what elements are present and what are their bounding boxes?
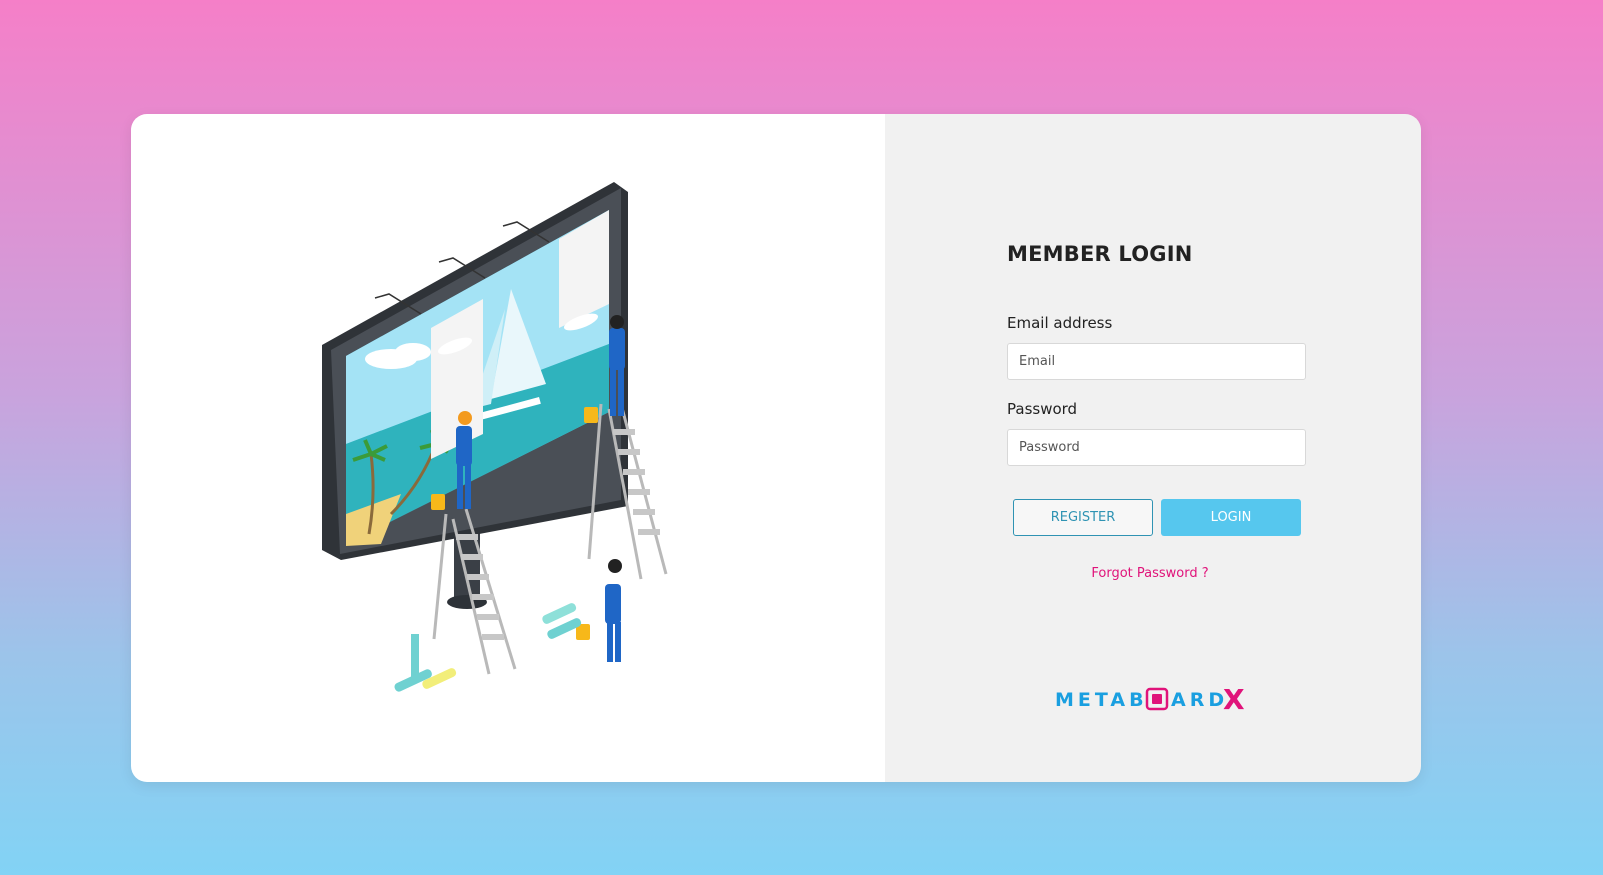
login-card: MEMBER LOGIN Email address Password REGI… [131,114,1421,782]
svg-text:ARD: ARD [1171,689,1228,711]
forgot-password-link[interactable]: Forgot Password ? [1091,566,1208,581]
illustration-panel [131,114,885,782]
login-panel: MEMBER LOGIN Email address Password REGI… [885,114,1421,782]
page-title: MEMBER LOGIN [1007,242,1193,266]
password-field[interactable] [1007,429,1306,466]
email-field[interactable] [1007,343,1306,380]
register-button[interactable]: REGISTER [1013,499,1153,536]
metaboardx-logo: METAB ARD X [1055,684,1245,714]
svg-text:METAB: METAB [1055,689,1148,711]
password-label: Password [1007,400,1078,418]
forgot-password-row: Forgot Password ? [885,562,1421,581]
billboard-illustration [322,182,668,692]
email-label: Email address [1007,314,1113,332]
login-button[interactable]: LOGIN [1161,499,1301,536]
svg-text:X: X [1223,684,1245,714]
